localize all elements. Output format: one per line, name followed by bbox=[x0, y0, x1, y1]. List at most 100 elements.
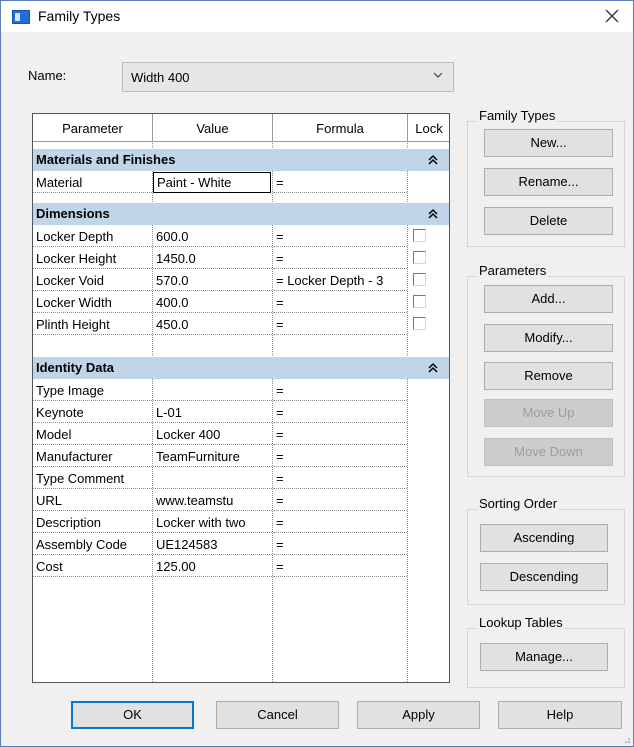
value-edit-field[interactable]: Paint - White bbox=[153, 172, 271, 193]
remove-parameter-button[interactable]: Remove bbox=[484, 362, 613, 390]
param-name: Locker Width bbox=[33, 292, 152, 313]
move-down-button[interactable]: Move Down bbox=[484, 438, 613, 466]
table-row[interactable]: Locker Width 400.0 = bbox=[33, 292, 449, 314]
delete-type-button[interactable]: Delete bbox=[484, 207, 613, 235]
param-name: URL bbox=[33, 490, 152, 511]
header-lock[interactable]: Lock bbox=[408, 114, 449, 142]
group-title: Materials and Finishes bbox=[36, 152, 176, 167]
value-cell[interactable]: UE124583 bbox=[153, 534, 272, 555]
cancel-button[interactable]: Cancel bbox=[216, 701, 339, 729]
formula-cell[interactable]: = bbox=[273, 248, 407, 269]
group-title: Dimensions bbox=[36, 206, 110, 221]
move-up-button[interactable]: Move Up bbox=[484, 399, 613, 427]
value-cell[interactable]: 450.0 bbox=[153, 314, 272, 335]
value-cell[interactable] bbox=[153, 380, 272, 401]
table-row[interactable]: Type Image = bbox=[33, 380, 449, 402]
table-row[interactable]: Material Paint - White = bbox=[33, 172, 449, 194]
name-label: Name: bbox=[28, 68, 67, 83]
table-row[interactable]: Locker Void 570.0 = Locker Depth - 3 bbox=[33, 270, 449, 292]
family-types-group-title: Family Types bbox=[477, 108, 558, 123]
formula-cell[interactable]: = bbox=[273, 314, 407, 335]
param-name: Type Image bbox=[33, 380, 152, 401]
add-parameter-button[interactable]: Add... bbox=[484, 285, 613, 313]
formula-cell[interactable]: = bbox=[273, 446, 407, 467]
table-row[interactable]: Locker Depth 600.0 = bbox=[33, 226, 449, 248]
ok-button[interactable]: OK bbox=[71, 701, 194, 729]
table-row[interactable]: URL www.teamstu = bbox=[33, 490, 449, 512]
table-row[interactable]: Keynote L-01 = bbox=[33, 402, 449, 424]
formula-cell[interactable]: = bbox=[273, 556, 407, 577]
ascending-button[interactable]: Ascending bbox=[480, 524, 608, 552]
value-cell[interactable]: Locker 400 bbox=[153, 424, 272, 445]
value-cell[interactable]: 400.0 bbox=[153, 292, 272, 313]
parameters-group-title: Parameters bbox=[477, 263, 549, 278]
rename-type-button[interactable]: Rename... bbox=[484, 168, 613, 196]
table-row[interactable]: Plinth Height 450.0 = bbox=[33, 314, 449, 336]
value-cell[interactable]: 1450.0 bbox=[153, 248, 272, 269]
family-types-dialog: Family Types Name: Width 400 Parameter V… bbox=[0, 0, 634, 747]
formula-cell[interactable]: = bbox=[273, 292, 407, 313]
param-name: Cost bbox=[33, 556, 152, 577]
table-header: Parameter Value Formula Lock bbox=[33, 114, 449, 143]
group-materials-and-finishes[interactable]: Materials and Finishes bbox=[33, 149, 449, 171]
param-name: Type Comment bbox=[33, 468, 152, 489]
lock-checkbox[interactable] bbox=[413, 273, 426, 286]
lock-checkbox[interactable] bbox=[413, 251, 426, 264]
formula-cell[interactable]: = Locker Depth - 3 bbox=[273, 270, 407, 291]
lookup-tables-group-title: Lookup Tables bbox=[477, 615, 565, 630]
close-button[interactable] bbox=[599, 4, 625, 28]
name-dropdown[interactable]: Width 400 bbox=[122, 62, 454, 92]
chevron-down-icon bbox=[433, 72, 443, 78]
formula-cell[interactable]: = bbox=[273, 534, 407, 555]
value-cell[interactable]: www.teamstu bbox=[153, 490, 272, 511]
resize-grip-icon[interactable] bbox=[621, 734, 631, 744]
double-chevron-up-icon[interactable] bbox=[428, 362, 438, 374]
table-row[interactable]: Description Locker with two = bbox=[33, 512, 449, 534]
value-cell[interactable]: 125.00 bbox=[153, 556, 272, 577]
double-chevron-up-icon[interactable] bbox=[428, 154, 438, 166]
table-row[interactable]: Type Comment = bbox=[33, 468, 449, 490]
formula-cell[interactable]: = bbox=[273, 490, 407, 511]
formula-cell[interactable]: = bbox=[273, 402, 407, 423]
value-cell[interactable]: 570.0 bbox=[153, 270, 272, 291]
header-formula[interactable]: Formula bbox=[273, 114, 408, 142]
param-name: Locker Depth bbox=[33, 226, 152, 247]
table-row[interactable]: Manufacturer TeamFurniture = bbox=[33, 446, 449, 468]
descending-button[interactable]: Descending bbox=[480, 563, 608, 591]
new-type-button[interactable]: New... bbox=[484, 129, 613, 157]
param-name: Keynote bbox=[33, 402, 152, 423]
group-identity-data[interactable]: Identity Data bbox=[33, 357, 449, 379]
modify-parameter-button[interactable]: Modify... bbox=[484, 324, 613, 352]
formula-cell[interactable]: = bbox=[273, 172, 407, 193]
value-cell[interactable] bbox=[153, 468, 272, 489]
table-row[interactable]: Locker Height 1450.0 = bbox=[33, 248, 449, 270]
title-bar: Family Types bbox=[1, 1, 633, 32]
value-cell[interactable]: Locker with two bbox=[153, 512, 272, 533]
formula-cell[interactable]: = bbox=[273, 226, 407, 247]
formula-cell[interactable]: = bbox=[273, 512, 407, 533]
help-button[interactable]: Help bbox=[498, 701, 622, 729]
double-chevron-up-icon[interactable] bbox=[428, 208, 438, 220]
header-parameter[interactable]: Parameter bbox=[33, 114, 153, 142]
window-title: Family Types bbox=[38, 8, 121, 24]
value-cell[interactable]: 600.0 bbox=[153, 226, 272, 247]
header-value[interactable]: Value bbox=[153, 114, 273, 142]
lock-checkbox[interactable] bbox=[413, 229, 426, 242]
param-name: Locker Height bbox=[33, 248, 152, 269]
table-row[interactable]: Model Locker 400 = bbox=[33, 424, 449, 446]
window-icon bbox=[12, 10, 30, 24]
formula-cell[interactable]: = bbox=[273, 380, 407, 401]
group-dimensions[interactable]: Dimensions bbox=[33, 203, 449, 225]
formula-cell[interactable]: = bbox=[273, 468, 407, 489]
formula-cell[interactable]: = bbox=[273, 424, 407, 445]
param-name: Model bbox=[33, 424, 152, 445]
apply-button[interactable]: Apply bbox=[357, 701, 480, 729]
value-cell[interactable]: TeamFurniture bbox=[153, 446, 272, 467]
manage-lookup-button[interactable]: Manage... bbox=[480, 643, 608, 671]
table-row[interactable]: Assembly Code UE124583 = bbox=[33, 534, 449, 556]
param-name: Assembly Code bbox=[33, 534, 152, 555]
lock-checkbox[interactable] bbox=[413, 317, 426, 330]
table-row[interactable]: Cost 125.00 = bbox=[33, 556, 449, 578]
value-cell[interactable]: L-01 bbox=[153, 402, 272, 423]
lock-checkbox[interactable] bbox=[413, 295, 426, 308]
